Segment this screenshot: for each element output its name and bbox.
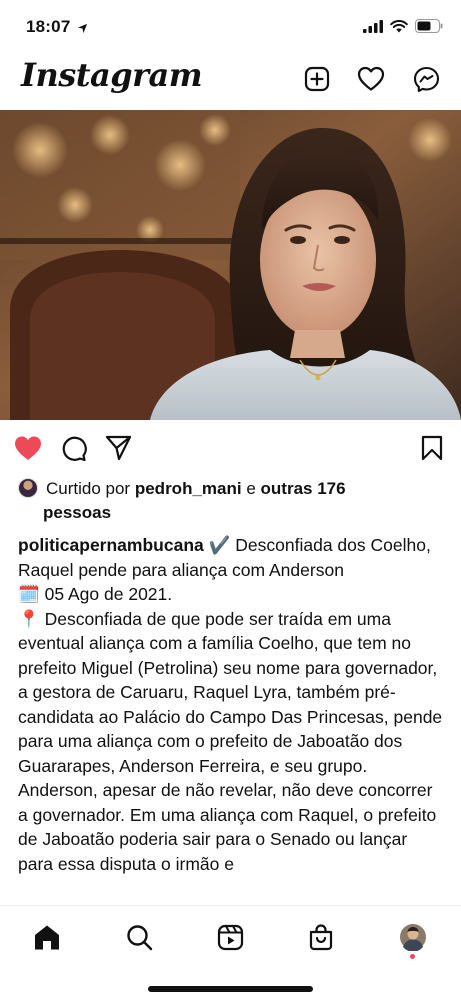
home-icon[interactable]: [30, 920, 64, 954]
post-caption: politicapernambucana ✔️ Desconfiada dos …: [18, 533, 446, 876]
comment-icon[interactable]: [57, 432, 89, 464]
likes-prefix: Curtido por: [46, 479, 131, 498]
like-heart-icon[interactable]: [12, 432, 44, 464]
profile-avatar[interactable]: [396, 920, 430, 954]
caption-date: 🗓️ 05 Ago de 2021.: [18, 584, 173, 604]
heart-icon[interactable]: [356, 64, 386, 94]
status-bar: 18:07: [0, 0, 461, 52]
battery-icon: [415, 19, 443, 38]
app-header: Instagram: [0, 52, 461, 108]
activity-dot: [410, 954, 415, 959]
caption-paragraph-2: Anderson, apesar de não revelar, não dev…: [18, 780, 437, 874]
likes-others[interactable]: outras 176: [261, 479, 346, 498]
status-time: 18:07: [26, 17, 71, 36]
instagram-logo[interactable]: Instagram: [21, 56, 203, 94]
share-icon[interactable]: [102, 432, 134, 464]
likes-summary[interactable]: Curtido por pedroh_mani e outras 176 pes…: [18, 477, 443, 525]
caption-username[interactable]: politicapernambucana: [18, 535, 204, 555]
wifi-icon: [390, 19, 408, 38]
post-actions: [0, 430, 461, 464]
shop-icon[interactable]: [304, 920, 338, 954]
bottom-tab-bar: [0, 905, 461, 1000]
caption-paragraph-1: 📍 Desconfiada de que pode ser traída em …: [18, 608, 443, 776]
post-photo[interactable]: [0, 110, 461, 420]
cellular-signal-icon: [363, 19, 383, 38]
location-arrow-icon: [77, 21, 88, 39]
liker-username[interactable]: pedroh_mani: [135, 479, 242, 498]
likes-others-tail[interactable]: pessoas: [18, 501, 443, 525]
messenger-icon[interactable]: [411, 64, 441, 94]
new-post-icon[interactable]: [302, 64, 332, 94]
save-bookmark-icon[interactable]: [416, 432, 448, 464]
status-indicators: [363, 19, 443, 38]
search-icon[interactable]: [122, 920, 156, 954]
home-indicator: [148, 986, 313, 992]
liker-avatar: [18, 478, 38, 498]
reels-icon[interactable]: [213, 920, 247, 954]
caption-header: politicapernambucana ✔️ Desconfiada dos …: [18, 533, 446, 582]
likes-connector: e: [246, 479, 256, 498]
